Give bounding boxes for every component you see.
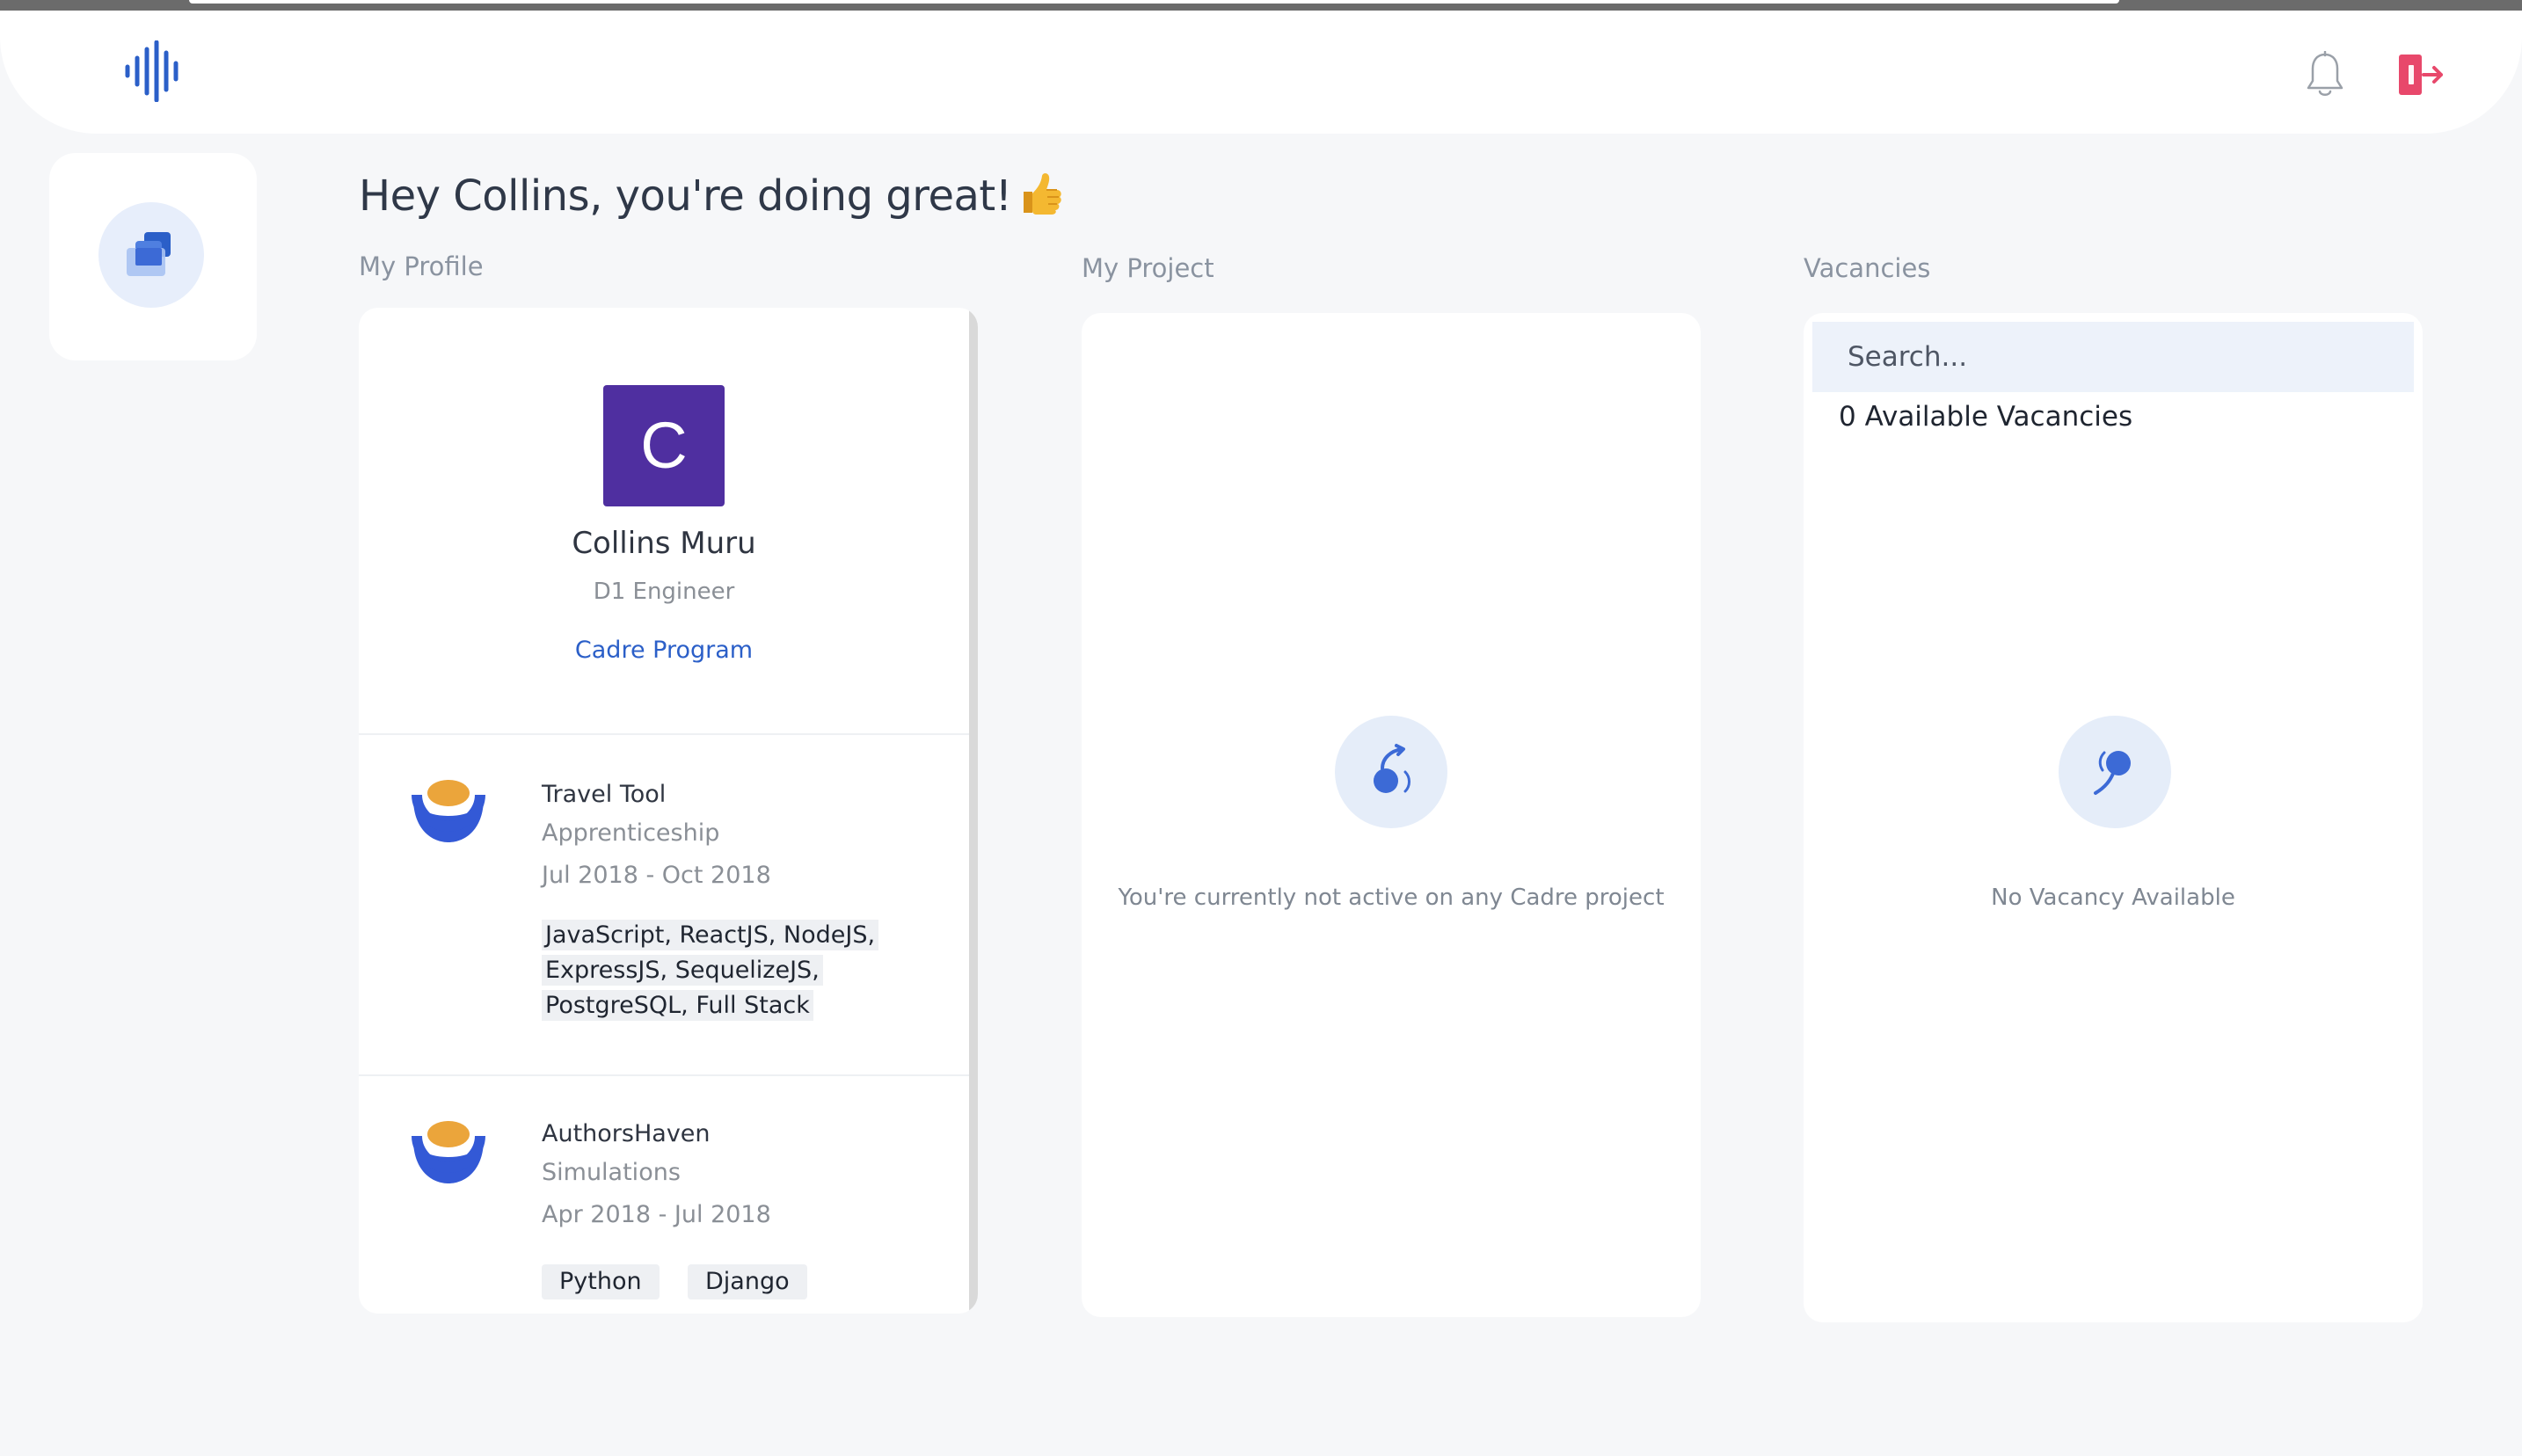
experience-type: Apprenticeship [542, 819, 720, 847]
sidebar [49, 153, 257, 360]
experience-title: Travel Tool [542, 781, 667, 808]
vacancy-count: 0 Available Vacancies [1839, 401, 2133, 433]
vacancies-label: Vacancies [1804, 253, 1931, 283]
profile-program-link[interactable]: Cadre Program [359, 637, 969, 664]
logout-icon[interactable] [2394, 49, 2445, 100]
no-project-message: You're currently not active on any Cadre… [1118, 885, 1665, 911]
experience-dates: Jul 2018 - Oct 2018 [542, 862, 771, 889]
vacancies-card: 0 Available Vacancies No Vacancy Availab… [1804, 313, 2423, 1322]
andela-logo-icon [412, 1121, 485, 1183]
app-frame: Hey Collins, you're doing great! My Prof… [0, 0, 2522, 1456]
avatar[interactable]: C [603, 385, 725, 506]
profile-scrollbar[interactable] [969, 308, 978, 1314]
my-profile-label: My Profile [359, 251, 484, 281]
sound-wave-logo-icon[interactable] [123, 40, 181, 102]
layers-icon [127, 232, 171, 276]
skill-tag-python: Python [542, 1264, 660, 1299]
project-card: You're currently not active on any Cadre… [1082, 313, 1701, 1317]
no-project-icon [1335, 716, 1447, 828]
profile-role: D1 Engineer [593, 579, 735, 605]
list-item-experience[interactable]: Travel Tool Apprenticeship Jul 2018 - Oc… [359, 733, 969, 1076]
search-input[interactable] [1812, 322, 2414, 392]
profile-name: Collins Muru [572, 526, 756, 561]
profile-card: C Collins Muru D1 Engineer Cadre Program… [359, 308, 978, 1314]
experience-type: Simulations [542, 1159, 681, 1186]
no-vacancy-icon [2059, 716, 2171, 828]
experience-dates: Apr 2018 - Jul 2018 [542, 1201, 771, 1228]
list-item-experience[interactable]: AuthorsHaven Simulations Apr 2018 - Jul … [359, 1074, 969, 1314]
no-vacancy-message: No Vacancy Available [1991, 885, 2235, 911]
top-header [0, 11, 2522, 134]
andela-logo-icon [412, 780, 485, 842]
bell-icon[interactable] [2306, 51, 2344, 98]
greeting-text: Hey Collins, you're doing great! [359, 171, 1012, 221]
skills-tag: JavaScript, ReactJS, NodeJS, ExpressJS, … [542, 918, 955, 1023]
sidebar-item-dashboard[interactable] [98, 202, 204, 308]
skill-tag-django: Django [688, 1264, 807, 1299]
experience-title: AuthorsHaven [542, 1120, 711, 1147]
my-project-label: My Project [1082, 253, 1214, 283]
thumbs-up-icon [1018, 171, 1064, 227]
page-title: Hey Collins, you're doing great! [359, 171, 1064, 227]
browser-top-strip-highlight [189, 0, 2119, 4]
